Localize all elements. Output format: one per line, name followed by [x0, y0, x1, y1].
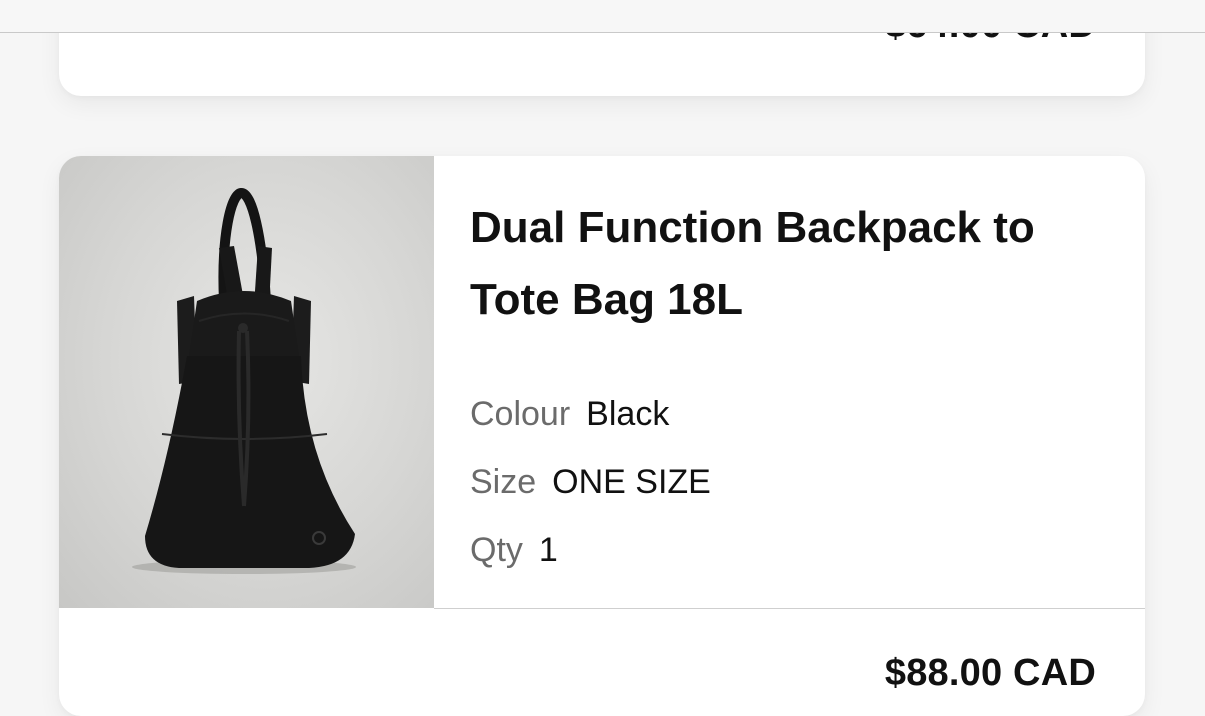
attribute-qty: Qty 1	[470, 516, 1110, 584]
item-price: $88.00 CAD	[884, 652, 1096, 694]
card-divider	[434, 608, 1145, 609]
product-title[interactable]: Dual Function Backpack to Tote Bag 18L	[470, 192, 1110, 336]
colour-value: Black	[586, 395, 670, 433]
colour-label: Colour	[470, 395, 571, 433]
top-bar	[0, 0, 1205, 33]
cart-item-card: Dual Function Backpack to Tote Bag 18L C…	[59, 156, 1145, 716]
attribute-colour: Colour Black	[470, 380, 1110, 448]
size-value: ONE SIZE	[552, 463, 711, 501]
size-label: Size	[470, 463, 537, 501]
product-attributes: Colour Black Size ONE SIZE Qty 1	[470, 380, 1110, 584]
product-image[interactable]	[59, 156, 434, 608]
qty-value: 1	[538, 531, 558, 569]
product-info: Dual Function Backpack to Tote Bag 18L C…	[470, 192, 1110, 584]
backpack-icon	[132, 188, 356, 574]
attribute-size: Size ONE SIZE	[470, 448, 1110, 516]
qty-label: Qty	[470, 531, 523, 569]
